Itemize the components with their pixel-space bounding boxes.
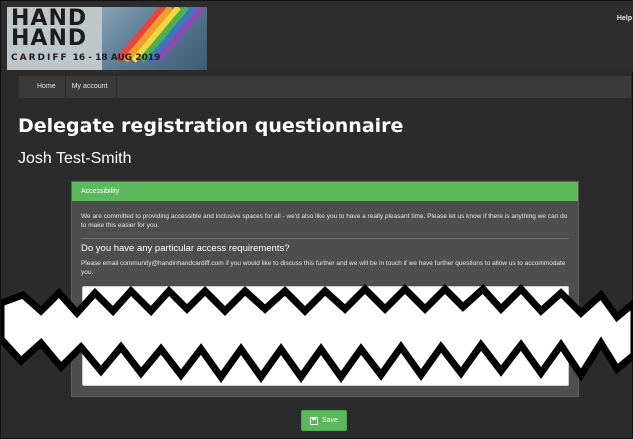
question-label: Do you have any particular access requir…	[81, 243, 290, 254]
redaction-squiggle	[1, 283, 633, 384]
logo-in-text: IN	[80, 16, 85, 22]
nav-my-account[interactable]: My account	[66, 76, 118, 98]
save-label: Save	[322, 417, 338, 424]
top-header: HAND HAND IN CARDIFF 16 - 18 AUG 2019 Hel…	[1, 1, 633, 71]
question-hint: Please email community@handinhandcardiff…	[81, 260, 566, 276]
logo-title: HAND HAND	[11, 7, 88, 51]
help-link[interactable]: Help	[617, 15, 632, 22]
page-title: Delegate registration questionnaire	[18, 115, 404, 137]
save-button[interactable]: Save	[301, 410, 347, 431]
main-nav: Home My account	[19, 76, 631, 98]
panel-intro: We are committed to providing accessible…	[81, 213, 568, 229]
logo-subtitle: CARDIFF 16 - 18 AUG 2019	[11, 53, 161, 63]
nav-home[interactable]: Home	[31, 76, 66, 98]
event-logo[interactable]: HAND HAND IN CARDIFF 16 - 18 AUG 2019	[7, 7, 207, 70]
floppy-disk-icon	[310, 416, 319, 425]
delegate-name: Josh Test-Smith	[18, 150, 132, 167]
divider	[81, 238, 569, 239]
panel-heading: Accessibility	[72, 182, 578, 201]
